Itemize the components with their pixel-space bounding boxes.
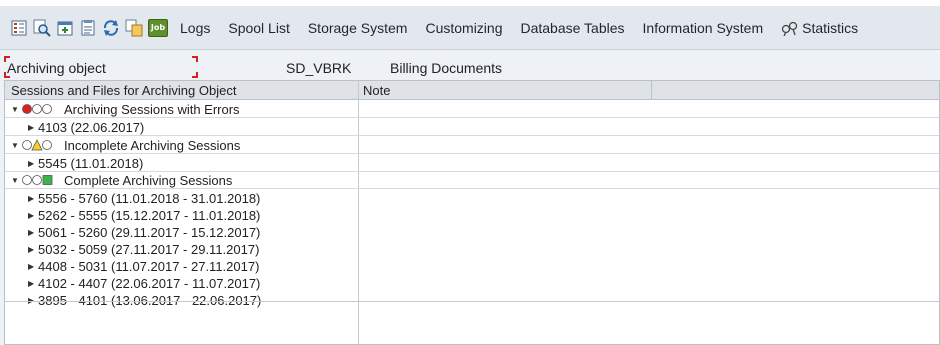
chevron-right-icon[interactable]: ▶ [28, 211, 34, 220]
tree-item[interactable]: ▶ 5032 - 5059 (27.11.2017 - 29.11.2017) [5, 241, 939, 258]
tree-item[interactable]: ▶ 4102 - 4407 (22.06.2017 - 11.07.2017) [5, 275, 939, 292]
expand-arrow-icon[interactable]: ▼ [11, 176, 19, 185]
error-status-icon [22, 104, 52, 114]
menu-logs[interactable]: Logs [180, 20, 210, 36]
menu-spool-list[interactable]: Spool List [228, 20, 289, 36]
chevron-right-icon[interactable]: ▶ [28, 262, 34, 271]
menu-database-tables[interactable]: Database Tables [520, 20, 624, 36]
archiving-object-label: Archiving object [7, 60, 106, 76]
tree-group-complete[interactable]: ▼ Complete Archiving Sessions [5, 172, 939, 189]
sessions-tree: Sessions and Files for Archiving Object … [4, 80, 940, 345]
chevron-right-icon[interactable]: ▶ [28, 228, 34, 237]
session-label: 5556 - 5760 (11.01.2018 - 31.01.2018) [38, 191, 261, 206]
document-icon[interactable] [79, 19, 97, 37]
archiving-object-value: SD_VBRK [286, 60, 352, 76]
tree-item[interactable]: ▶ 5545 (11.01.2018) [5, 155, 939, 172]
ok-status-icon [22, 175, 53, 185]
chevron-right-icon[interactable]: ▶ [28, 245, 34, 254]
column-header-note[interactable]: Note [363, 83, 390, 98]
copy-icon[interactable] [125, 19, 143, 37]
session-label: 5262 - 5555 (15.12.2017 - 11.01.2018) [38, 208, 261, 223]
column-header-sessions[interactable]: Sessions and Files for Archiving Object [11, 83, 236, 98]
tree-item[interactable]: ▶ 5061 - 5260 (29.11.2017 - 15.12.2017) [5, 224, 939, 241]
job-icon[interactable]: Job [148, 18, 168, 37]
tree-group-incomplete[interactable]: ▼ Incomplete Archiving Sessions [5, 137, 939, 154]
menu-storage-system[interactable]: Storage System [308, 20, 408, 36]
search-icon[interactable] [33, 19, 51, 37]
session-label: 4408 - 5031 (11.07.2017 - 27.11.2017) [38, 259, 260, 274]
session-label: 5545 (11.01.2018) [38, 156, 144, 171]
overview-icon[interactable] [10, 19, 28, 37]
tree-group-label: Incomplete Archiving Sessions [64, 138, 241, 153]
archiving-object-row: Archiving object SD_VBRK Billing Documen… [0, 56, 940, 80]
tree-group-errors[interactable]: ▼ Archiving Sessions with Errors [5, 101, 939, 118]
add-icon[interactable] [56, 19, 74, 37]
chevron-right-icon[interactable]: ▶ [28, 194, 34, 203]
tree-item[interactable]: ▶ 4408 - 5031 (11.07.2017 - 27.11.2017) [5, 258, 939, 275]
menu-customizing[interactable]: Customizing [425, 20, 502, 36]
tree-item[interactable]: ▶ 4103 (22.06.2017) [5, 119, 939, 136]
menu-statistics[interactable]: Statistics [781, 20, 858, 36]
menu-information-system[interactable]: Information System [643, 20, 764, 36]
session-label: 5032 - 5059 (27.11.2017 - 29.11.2017) [38, 242, 260, 257]
tree-end-divider [5, 301, 939, 302]
statistics-icon [781, 21, 798, 36]
tree-group-label: Archiving Sessions with Errors [64, 102, 240, 117]
application-toolbar: Job Logs Spool List Storage System Custo… [0, 6, 940, 50]
tree-item[interactable]: ▶ 5556 - 5760 (11.01.2018 - 31.01.2018) [5, 190, 939, 207]
warning-status-icon [22, 139, 52, 151]
session-label: 5061 - 5260 (29.11.2017 - 15.12.2017) [38, 225, 261, 240]
refresh-icon[interactable] [102, 19, 120, 37]
session-label: 4103 (22.06.2017) [38, 120, 145, 135]
tree-header: Sessions and Files for Archiving Object … [5, 81, 939, 100]
archiving-object-description: Billing Documents [390, 60, 503, 76]
menu-statistics-label: Statistics [802, 19, 859, 36]
expand-arrow-icon[interactable]: ▼ [11, 105, 19, 114]
tree-item[interactable]: ▶ 5262 - 5555 (15.12.2017 - 11.01.2018) [5, 207, 939, 224]
tree-group-label: Complete Archiving Sessions [64, 173, 233, 188]
chevron-right-icon[interactable]: ▶ [28, 123, 34, 132]
chevron-right-icon[interactable]: ▶ [28, 279, 34, 288]
session-label: 4102 - 4407 (22.06.2017 - 11.07.2017) [38, 276, 261, 291]
expand-arrow-icon[interactable]: ▼ [11, 141, 19, 150]
chevron-right-icon[interactable]: ▶ [28, 159, 34, 168]
